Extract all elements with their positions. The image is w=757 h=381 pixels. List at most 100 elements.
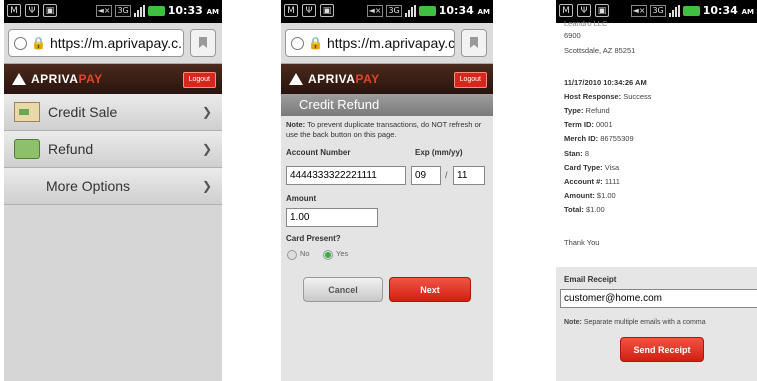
refresh-icon[interactable]: [291, 36, 304, 50]
page-title: Credit Refund: [281, 94, 493, 116]
url-text: https://m.aprivapay.c...: [49, 35, 184, 51]
logout-button[interactable]: Logout: [453, 72, 487, 88]
app-header: APRIVAPAY Logout: [281, 64, 493, 94]
3g-icon: 3G: [650, 4, 666, 17]
sd-card-icon: ▣: [43, 4, 57, 17]
chevron-right-icon: ❯: [201, 142, 212, 156]
status-bar: M Ψ ▣ ◄× 3G 10:34 AM: [281, 0, 493, 23]
signal-icon: [404, 4, 416, 17]
receipt-value: 0001: [595, 120, 613, 129]
battery-icon: [147, 5, 165, 16]
amount-label: Amount: [286, 194, 317, 203]
bookmark-icon[interactable]: [461, 29, 487, 57]
email-receipt-label: Email Receipt: [564, 275, 617, 284]
bookmark-icon[interactable]: [190, 29, 216, 57]
phone-screen-receipt: M Ψ ▣ ◄× 3G 10:34 AM Leandro LLC 6900 Sc…: [556, 0, 757, 381]
radio-card-present-yes[interactable]: [323, 250, 333, 260]
chevron-right-icon: ❯: [201, 179, 212, 193]
apriva-logo-icon: [289, 73, 303, 85]
url-field[interactable]: 🔒 https://m.aprivapay.c...: [8, 29, 184, 57]
email-note-text: Separate multiple emails with a comma: [581, 319, 706, 326]
logo-text-apriva: APRIVA: [308, 72, 356, 86]
next-button[interactable]: Next: [389, 277, 471, 302]
receipt-key: Account #:: [564, 177, 603, 186]
mute-icon: ◄×: [630, 4, 648, 17]
receipt-amount: Amount: $1.00: [564, 191, 616, 200]
exp-year-field[interactable]: 11: [453, 166, 485, 185]
expiration-label: Exp (mm/yy): [415, 148, 463, 157]
clock-ampm: AM: [741, 8, 754, 16]
gmail-icon: M: [559, 4, 573, 17]
account-number-field[interactable]: 4444333322221111: [286, 166, 406, 185]
gmail-icon: M: [7, 4, 21, 17]
menu-item-more-options[interactable]: More Options ❯: [4, 168, 222, 205]
usb-icon: Ψ: [25, 4, 39, 17]
battery-icon: [682, 5, 700, 16]
menu-item-label: More Options: [46, 178, 131, 194]
menu-item-credit-sale[interactable]: Credit Sale ❯: [4, 94, 222, 131]
cancel-button[interactable]: Cancel: [303, 277, 383, 302]
3g-icon: 3G: [386, 4, 402, 17]
apriva-logo-icon: [12, 73, 26, 85]
receipt-merch-id: Merch ID: 86755309: [564, 134, 634, 143]
account-number-label: Account Number: [286, 148, 351, 157]
main-menu: Credit Sale ❯ Refund ❯ More Options ❯: [4, 94, 222, 381]
receipt-key: Merch ID:: [564, 134, 599, 143]
logo-text-pay: PAY: [78, 72, 103, 86]
url-text: https://m.aprivapay.c...: [326, 35, 455, 51]
browser-url-bar: 🔒 https://m.aprivapay.c...: [4, 23, 222, 64]
apriva-logo: APRIVAPAY: [12, 72, 103, 86]
logo-text-pay: PAY: [355, 72, 380, 86]
transaction-datetime: 11/17/2010 10:34:26 AM: [564, 78, 647, 87]
note-label: Note:: [286, 120, 306, 129]
refund-icon: [14, 139, 40, 159]
menu-item-refund[interactable]: Refund ❯: [4, 131, 222, 168]
status-bar: M Ψ ▣ ◄× 3G 10:33 AM: [4, 0, 222, 23]
email-field[interactable]: customer@home.com: [560, 289, 757, 308]
clock-ampm: AM: [206, 8, 219, 16]
receipt-value: 1111: [604, 177, 620, 186]
receipt-type: Type: Refund: [564, 106, 610, 115]
thank-you-text: Thank You: [564, 238, 600, 247]
email-note: Note: Separate multiple emails with a co…: [564, 319, 706, 326]
email-note-label: Note:: [564, 319, 582, 326]
merchant-city-line: Scottsdale, AZ 85251: [564, 46, 636, 55]
phone-screen-refund-form: M Ψ ▣ ◄× 3G 10:34 AM 🔒 https://m.aprivap…: [281, 0, 493, 381]
receipt-key: Amount:: [564, 191, 595, 200]
credit-card-icon: [14, 102, 40, 122]
logout-button[interactable]: Logout: [182, 72, 216, 88]
radio-no-label: No: [300, 249, 310, 258]
url-field[interactable]: 🔒 https://m.aprivapay.c...: [285, 29, 455, 57]
mute-icon: ◄×: [366, 4, 384, 17]
receipt-key: Type:: [564, 106, 584, 115]
logo-text-apriva: APRIVA: [31, 72, 79, 86]
refund-form: Note: To prevent duplicate transactions,…: [281, 116, 493, 381]
receipt-value: Success: [623, 92, 652, 101]
receipt-value: $1.00: [596, 191, 616, 200]
receipt-total: Total: $1.00: [564, 205, 605, 214]
browser-url-bar: 🔒 https://m.aprivapay.c...: [281, 23, 493, 64]
signal-icon: [668, 4, 680, 17]
email-receipt-panel: Email Receipt customer@home.com Note: Se…: [556, 267, 757, 381]
app-header: APRIVAPAY Logout: [4, 64, 222, 94]
signal-icon: [133, 4, 145, 17]
radio-card-present-no[interactable]: [287, 250, 297, 260]
receipt-card-type: Card Type: Visa: [564, 163, 619, 172]
clock-time: 10:33: [167, 4, 203, 17]
usb-icon: Ψ: [302, 4, 316, 17]
refresh-icon[interactable]: [14, 36, 27, 50]
amount-field[interactable]: 1.00: [286, 208, 378, 227]
clock-time: 10:34: [438, 4, 474, 17]
receipt-key: Card Type:: [564, 163, 603, 172]
exp-month-field[interactable]: 09: [411, 166, 441, 185]
receipt-value: Refund: [585, 106, 610, 115]
receipt-term-id: Term ID: 0001: [564, 120, 613, 129]
menu-item-label: Refund: [48, 141, 94, 157]
send-receipt-button[interactable]: Send Receipt: [620, 337, 704, 362]
receipt-value: 86755309: [600, 134, 634, 143]
battery-icon: [418, 5, 436, 16]
merchant-name: Leandro LLC: [564, 19, 608, 28]
radio-yes-label: Yes: [336, 249, 349, 258]
apriva-logo: APRIVAPAY: [289, 72, 380, 86]
receipt-key: Stan:: [564, 149, 583, 158]
